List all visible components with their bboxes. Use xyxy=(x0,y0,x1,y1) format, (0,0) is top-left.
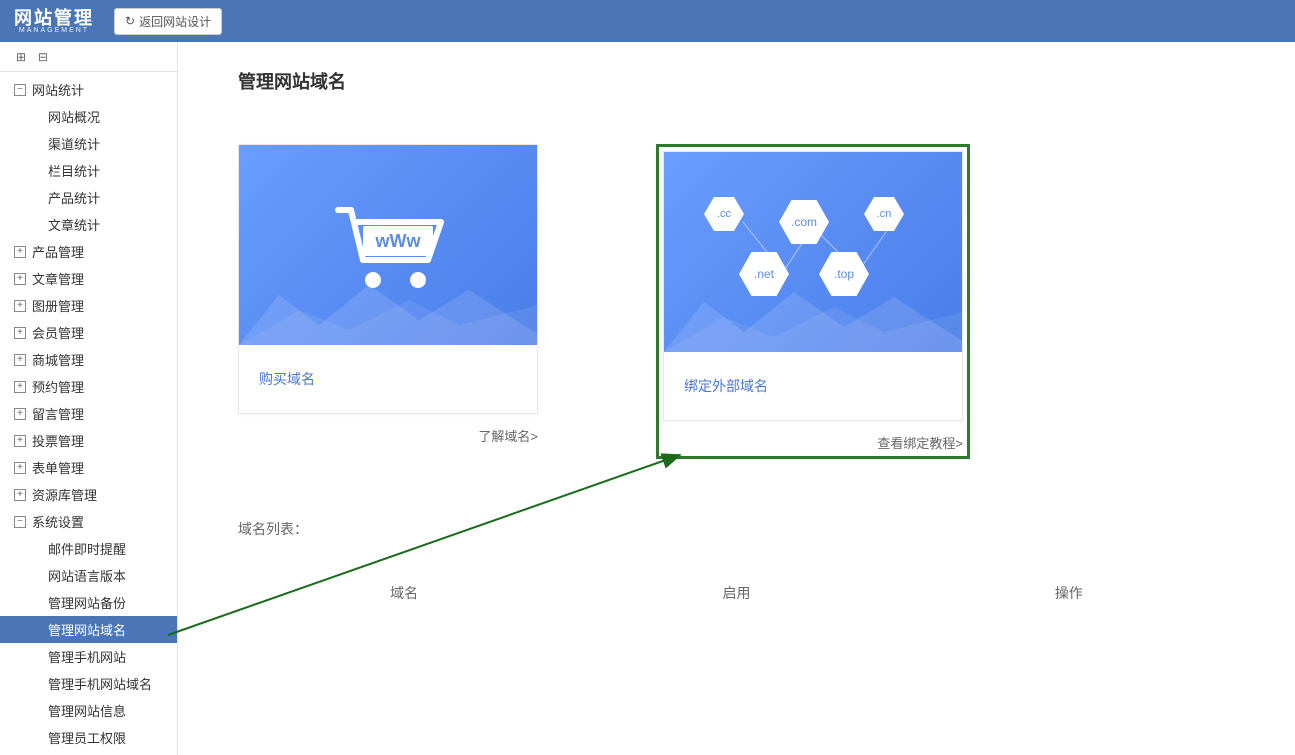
card-sub-link[interactable]: 了解域名> xyxy=(238,426,538,445)
tree-leaf[interactable]: 网站概况 xyxy=(0,103,177,130)
hex-com: .com xyxy=(779,200,829,244)
tree-section[interactable]: + 会员管理 xyxy=(0,319,177,346)
tree-leaf[interactable]: 渠道统计 xyxy=(0,130,177,157)
collapse-all-icon[interactable]: ⊟ xyxy=(36,50,50,64)
expand-icon[interactable]: + xyxy=(14,381,26,393)
header: 网站管理 MANAGEMENT ↻ 返回网站设计 xyxy=(0,0,1295,42)
hex-net: .net xyxy=(739,252,789,296)
tree-section-label: 商城管理 xyxy=(32,350,163,369)
card-title: 购买域名 xyxy=(259,369,517,389)
tree-section[interactable]: −系统设置 xyxy=(0,508,177,535)
hex-top: .top xyxy=(819,252,869,296)
tree-section-label: 表单管理 xyxy=(32,458,163,477)
tree-section-label: 系统设置 xyxy=(32,512,163,531)
tree-leaf[interactable]: 管理手机网站域名 xyxy=(0,670,177,697)
expand-icon[interactable]: + xyxy=(14,354,26,366)
card-buy-domain[interactable]: wWw wWw 购买域名 了解域名> xyxy=(238,144,538,459)
tree-controls: ⊞ ⊟ xyxy=(0,42,177,72)
tree-leaf[interactable]: 管理员工权限 xyxy=(0,724,177,751)
svg-text:wWw: wWw xyxy=(375,231,422,251)
expand-icon[interactable]: + xyxy=(14,246,26,258)
refresh-icon: ↻ xyxy=(125,14,135,28)
tree-leaf[interactable]: 产品统计 xyxy=(0,184,177,211)
expand-icon[interactable]: + xyxy=(14,273,26,285)
tree-section[interactable]: + 预约管理 xyxy=(0,373,177,400)
tree-leaf[interactable]: 管理网站信息 xyxy=(0,697,177,724)
tree-leaf[interactable]: 管理手机网站 xyxy=(0,643,177,670)
card-bind-external-domain[interactable]: .cc .com .cn .net .top 绑定外部域名 查看绑定教程> xyxy=(656,144,970,459)
tree-section[interactable]: + 资源库管理 xyxy=(0,481,177,508)
collapse-icon[interactable]: − xyxy=(14,84,26,96)
back-button-label: 返回网站设计 xyxy=(139,13,211,30)
table-header: 域名 启用 操作 xyxy=(238,569,1235,617)
col-enabled: 启用 xyxy=(570,583,902,603)
tree-section[interactable]: + 文章管理 xyxy=(0,265,177,292)
cards-row: wWw wWw 购买域名 了解域名> xyxy=(238,144,1235,459)
tree-section[interactable]: + 表单管理 xyxy=(0,454,177,481)
col-domain: 域名 xyxy=(238,583,570,603)
expand-icon[interactable]: + xyxy=(14,489,26,501)
main-content: 管理网站域名 wWw wWw xyxy=(178,42,1295,755)
tree-leaf[interactable]: 文章统计 xyxy=(0,211,177,238)
tree-section[interactable]: + 商城管理 xyxy=(0,346,177,373)
logo-main-text: 网站管理 xyxy=(14,9,94,27)
tree-section-label: 产品管理 xyxy=(32,242,163,261)
hex-cc: .cc xyxy=(704,197,744,231)
expand-icon[interactable]: + xyxy=(14,408,26,420)
col-action: 操作 xyxy=(903,583,1235,603)
tree-section-label: 留言管理 xyxy=(32,404,163,423)
logo-sub-text: MANAGEMENT xyxy=(19,27,89,34)
card-image-cart: wWw wWw xyxy=(239,145,537,345)
nav-tree: −网站统计网站概况渠道统计栏目统计产品统计文章统计+产品管理+文章管理+图册管理… xyxy=(0,72,177,755)
hex-cn: .cn xyxy=(864,197,904,231)
expand-icon[interactable]: + xyxy=(14,462,26,474)
expand-icon[interactable]: + xyxy=(14,327,26,339)
tree-section[interactable]: + 留言管理 xyxy=(0,400,177,427)
tree-leaf[interactable]: 管理网站备份 xyxy=(0,589,177,616)
domain-table: 域名 启用 操作 xyxy=(238,569,1235,617)
collapse-icon[interactable]: − xyxy=(14,516,26,528)
logo: 网站管理 MANAGEMENT xyxy=(14,9,94,34)
tree-section-label: 预约管理 xyxy=(32,377,163,396)
tree-section-label: 网站统计 xyxy=(32,80,163,99)
card-title: 绑定外部域名 xyxy=(684,376,942,396)
tree-section[interactable]: + 投票管理 xyxy=(0,427,177,454)
expand-all-icon[interactable]: ⊞ xyxy=(14,50,28,64)
card-image-domains: .cc .com .cn .net .top xyxy=(664,152,962,352)
tree-section[interactable]: + 产品管理 xyxy=(0,238,177,265)
tree-section[interactable]: −网站统计 xyxy=(0,76,177,103)
tree-section-label: 会员管理 xyxy=(32,323,163,342)
tree-leaf[interactable]: 邮件即时提醒 xyxy=(0,535,177,562)
page-title: 管理网站域名 xyxy=(238,68,1235,94)
tree-section-label: 资源库管理 xyxy=(32,485,163,504)
tree-section-label: 图册管理 xyxy=(32,296,163,315)
tree-leaf[interactable]: 管理网站域名 xyxy=(0,616,177,643)
domain-list-title: 域名列表： xyxy=(238,519,1235,539)
card-sub-link[interactable]: 查看绑定教程> xyxy=(663,433,963,452)
tree-leaf[interactable]: 网站语言版本 xyxy=(0,562,177,589)
tree-section[interactable]: + 图册管理 xyxy=(0,292,177,319)
expand-icon[interactable]: + xyxy=(14,300,26,312)
tree-leaf[interactable]: 栏目统计 xyxy=(0,157,177,184)
tree-section-label: 文章管理 xyxy=(32,269,163,288)
sidebar: ⊞ ⊟ −网站统计网站概况渠道统计栏目统计产品统计文章统计+产品管理+文章管理+… xyxy=(0,42,178,755)
expand-icon[interactable]: + xyxy=(14,435,26,447)
tree-section-label: 投票管理 xyxy=(32,431,163,450)
back-button[interactable]: ↻ 返回网站设计 xyxy=(114,8,222,35)
